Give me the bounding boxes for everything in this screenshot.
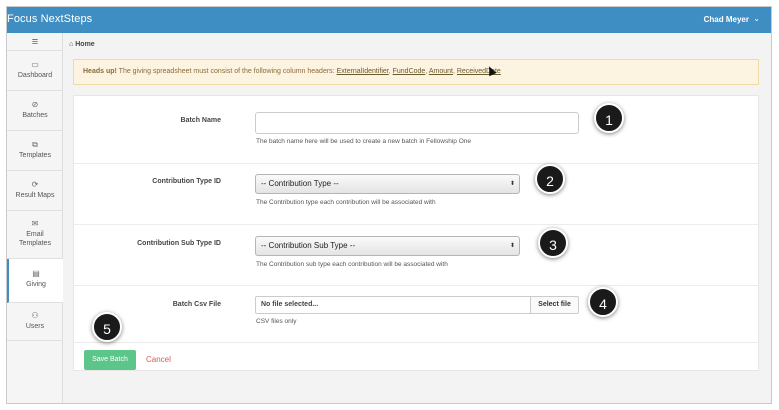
sidebar-item-label: Giving (26, 281, 46, 288)
refresh-icon: ⟳ (31, 180, 39, 189)
top-navbar: Focus NextSteps Chad Meyer ⌄ (7, 7, 771, 33)
document-icon: ▤ (32, 269, 40, 278)
sidebar: ≡ ▭ Dashboard ⊘ Batches ⧉ Templates ⟳ Re… (7, 33, 63, 403)
file-name-display: No file selected... (255, 296, 531, 314)
contribution-type-select[interactable]: -- Contribution Type -- ⬍ (255, 174, 520, 194)
batch-csv-help: CSV files only (256, 318, 297, 325)
brand-link[interactable]: Focus NextSteps (7, 13, 92, 25)
alert-column: ExternalIdentifier (336, 68, 389, 75)
annotation-badge-1: 1 (594, 103, 624, 133)
save-batch-button[interactable]: Save Batch (84, 350, 136, 370)
batch-form: Batch Name The batch name here will be u… (73, 95, 759, 371)
sidebar-item-dashboard[interactable]: ▭ Dashboard (7, 51, 63, 91)
select-arrows-icon: ⬍ (509, 243, 515, 249)
hamburger-icon[interactable]: ≡ (7, 33, 63, 51)
sidebar-item-label: Templates (19, 152, 51, 159)
monitor-icon: ▭ (31, 60, 39, 69)
sidebar-item-label: Users (25, 323, 45, 330)
sidebar-item-result-maps[interactable]: ⟳ Result Maps (7, 171, 63, 211)
alert-column: FundCode (392, 68, 426, 75)
batch-name-help: The batch name here will be used to crea… (256, 138, 471, 145)
contribution-type-label: Contribution Type ID (152, 178, 221, 185)
row-divider (74, 224, 758, 225)
annotation-badge-4: 4 (588, 287, 618, 317)
contribution-type-selected: -- Contribution Type -- (261, 179, 339, 188)
batch-name-input[interactable] (255, 112, 579, 134)
contribution-sub-type-help: The Contribution sub type each contribut… (256, 261, 448, 268)
breadcrumb: ⌂ Home (69, 41, 95, 48)
contribution-type-help: The Contribution type each contribution … (256, 199, 436, 206)
row-divider (74, 285, 758, 286)
sidebar-item-label: Batches (22, 112, 48, 119)
sidebar-item-giving[interactable]: ▤ Giving (7, 259, 63, 303)
users-icon: ⚇ (31, 311, 39, 320)
alert-strong: Heads up! (83, 68, 117, 75)
breadcrumb-home[interactable]: Home (75, 41, 94, 48)
contribution-sub-type-selected: -- Contribution Sub Type -- (261, 241, 356, 250)
annotation-badge-3: 3 (538, 228, 568, 258)
sidebar-item-templates[interactable]: ⧉ Templates (7, 131, 63, 171)
sidebar-item-label: Result Maps (15, 192, 55, 199)
chevron-down-icon[interactable]: ⌄ (753, 14, 760, 23)
sidebar-item-label: Dashboard (17, 72, 53, 79)
contribution-sub-type-label: Contribution Sub Type ID (137, 240, 221, 247)
sidebar-item-users[interactable]: ⚇ Users (7, 303, 63, 341)
annotation-badge-5: 5 (92, 312, 122, 342)
sidebar-item-email-templates[interactable]: ✉ Email Templates (7, 211, 63, 259)
heads-up-alert: Heads up! The giving spreadsheet must co… (73, 59, 759, 85)
batch-csv-label: Batch Csv File (172, 301, 221, 308)
contribution-sub-type-select[interactable]: -- Contribution Sub Type -- ⬍ (255, 236, 520, 256)
annotation-badge-2: 2 (535, 164, 565, 194)
user-menu[interactable]: Chad Meyer (704, 15, 749, 24)
batch-name-label: Batch Name (180, 117, 221, 124)
alert-column: Amount (428, 68, 453, 75)
envelope-icon: ✉ (31, 219, 39, 228)
home-icon[interactable]: ⌂ (69, 41, 73, 48)
select-arrows-icon: ⬍ (509, 181, 515, 187)
row-divider (74, 342, 758, 343)
cancel-link[interactable]: Cancel (146, 355, 171, 364)
paperclip-icon: ⊘ (31, 100, 39, 109)
alert-text: The giving spreadsheet must consist of t… (118, 68, 335, 75)
copy-icon: ⧉ (32, 140, 38, 149)
app-window: Focus NextSteps Chad Meyer ⌄ ≡ ▭ Dashboa… (6, 6, 772, 404)
sidebar-item-label: Email Templates (19, 231, 51, 247)
row-divider (74, 163, 758, 164)
select-file-button[interactable]: Select file (531, 296, 579, 314)
sidebar-item-batches[interactable]: ⊘ Batches (7, 91, 63, 131)
